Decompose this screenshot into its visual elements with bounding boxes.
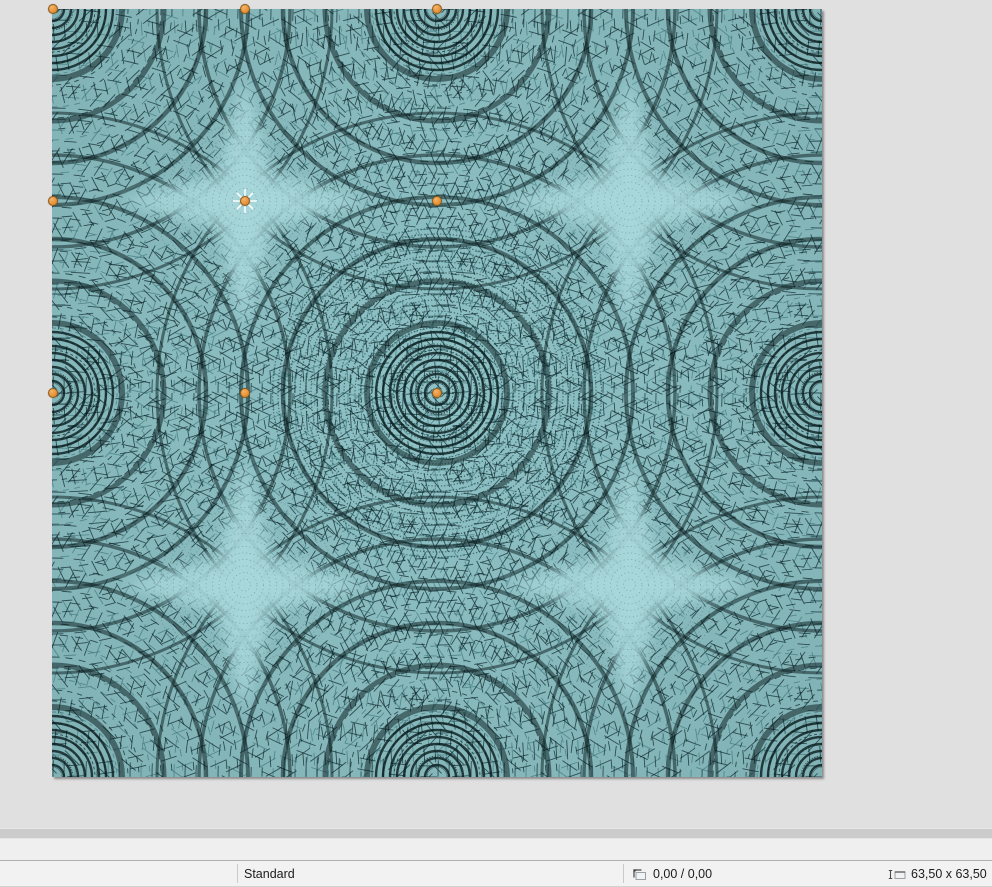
statusbar-separator: [623, 864, 624, 883]
selection-handle-bottom-left[interactable]: [48, 388, 58, 398]
selection-handle-center[interactable]: [240, 196, 250, 206]
statusbar-separator: [237, 864, 238, 883]
position-corner-icon: [633, 869, 646, 880]
drawing-workspace[interactable]: [0, 0, 992, 828]
window-lower-strip: [0, 839, 992, 860]
horizontal-scrollbar-track[interactable]: [0, 828, 992, 839]
cursor-position-value[interactable]: 0,00 / 0,00: [653, 861, 712, 887]
master-slide-name[interactable]: Standard: [244, 861, 295, 887]
selection-handle-top-right[interactable]: [432, 4, 442, 14]
object-size-value[interactable]: 63,50 x 63,50: [911, 861, 987, 887]
size-rectangle-icon: [888, 869, 906, 880]
selection-handle-bottom-center[interactable]: [240, 388, 250, 398]
selection-handle-top-center[interactable]: [240, 4, 250, 14]
status-bar: Standard 0,00 / 0,00 63,50 x 63,50: [0, 860, 992, 887]
selection-handle-top-left[interactable]: [48, 4, 58, 14]
horizontal-scrollbar-thumb[interactable]: [0, 829, 992, 838]
selection-handle-middle-right[interactable]: [432, 196, 442, 206]
selection-handle-bottom-right[interactable]: [432, 388, 442, 398]
selection-handle-middle-left[interactable]: [48, 196, 58, 206]
